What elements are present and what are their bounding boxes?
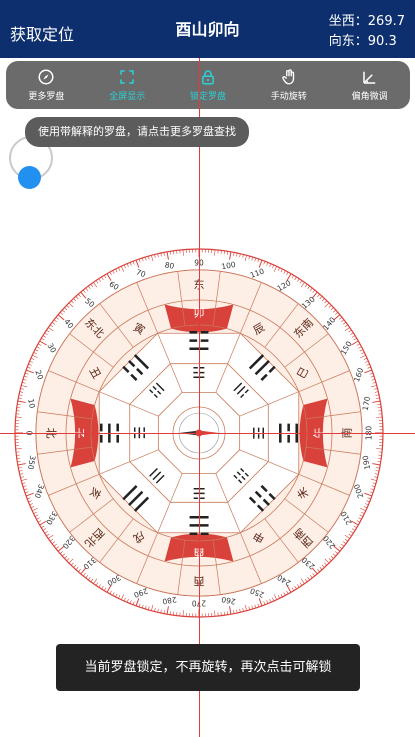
- calibration-dot[interactable]: [18, 166, 41, 189]
- lock-toast: 当前罗盘锁定，不再旋转，再次点击可解锁: [56, 644, 360, 691]
- degree-label: 10: [26, 398, 37, 409]
- compass-app-screen: 获取定位 酉山卯向 坐西：269.7 向东：90.3 更多罗盘 全屏显示 锁定罗…: [0, 0, 415, 737]
- crosshair-horizontal: [0, 433, 415, 434]
- hint-tooltip: 使用带解释的罗盘，请点击更多罗盘查找: [25, 117, 249, 147]
- degree-label: 80: [164, 260, 175, 271]
- compass-dial[interactable]: 0102030405060708090100110120130140150160…: [0, 0, 415, 737]
- crosshair-vertical: [199, 58, 200, 737]
